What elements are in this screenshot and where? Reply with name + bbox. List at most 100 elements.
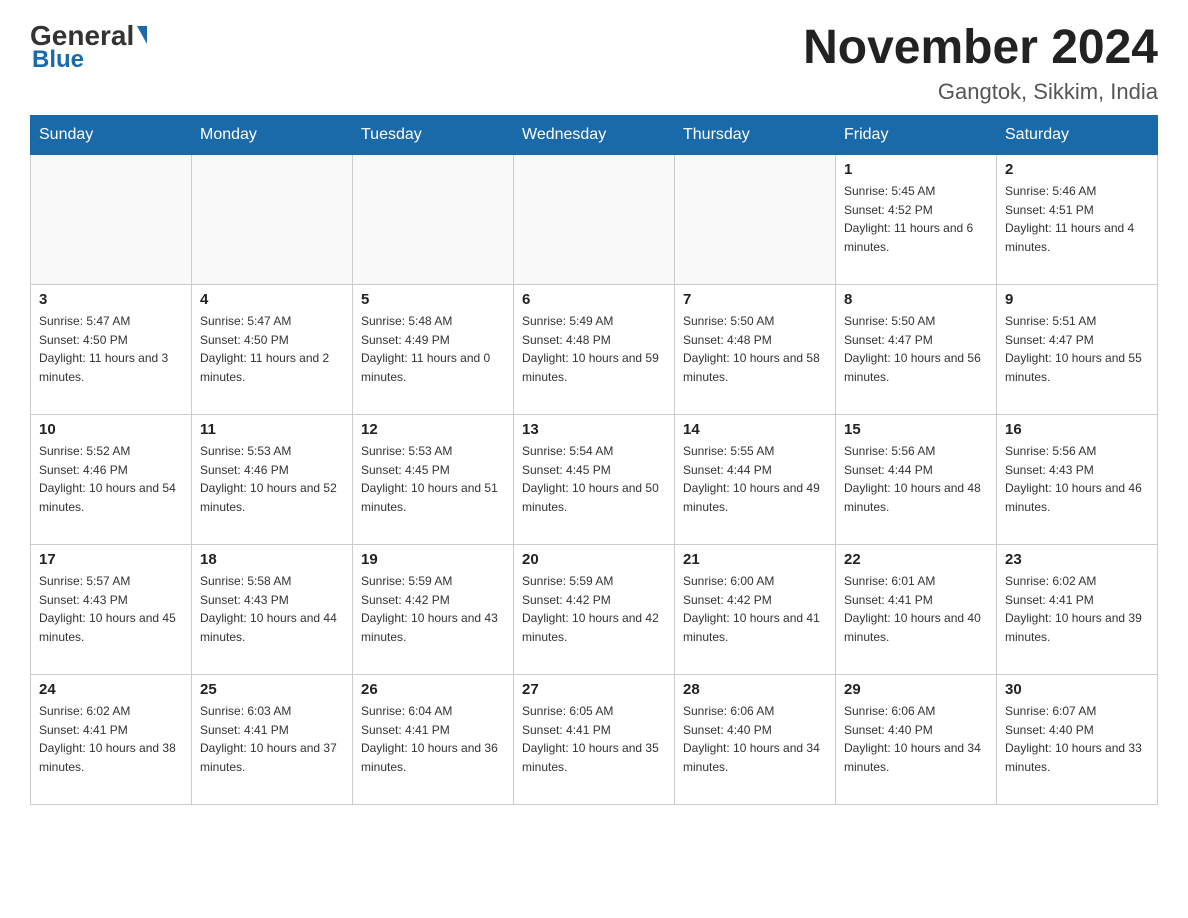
calendar-week-row: 3 Sunrise: 5:47 AMSunset: 4:50 PMDaylight… <box>31 285 1158 415</box>
day-info: Sunrise: 5:46 AMSunset: 4:51 PMDaylight:… <box>1005 182 1149 256</box>
day-info: Sunrise: 6:02 AMSunset: 4:41 PMDaylight:… <box>1005 572 1149 646</box>
day-number: 14 <box>683 421 827 438</box>
day-number: 26 <box>361 681 505 698</box>
calendar-day-cell: 28Sunrise: 6:06 AMSunset: 4:40 PMDayligh… <box>675 675 836 805</box>
calendar-day-cell: 30Sunrise: 6:07 AMSunset: 4:40 PMDayligh… <box>997 675 1158 805</box>
calendar-day-cell: 16Sunrise: 5:56 AMSunset: 4:43 PMDayligh… <box>997 415 1158 545</box>
day-number: 27 <box>522 681 666 698</box>
day-info: Sunrise: 5:59 AMSunset: 4:42 PMDaylight:… <box>361 572 505 646</box>
day-number: 19 <box>361 551 505 568</box>
day-info: Sunrise: 5:57 AMSunset: 4:43 PMDaylight:… <box>39 572 183 646</box>
calendar-day-cell: 12Sunrise: 5:53 AMSunset: 4:45 PMDayligh… <box>353 415 514 545</box>
day-info: Sunrise: 5:45 AMSunset: 4:52 PMDaylight:… <box>844 182 988 256</box>
calendar-day-cell: 8Sunrise: 5:50 AMSunset: 4:47 PMDaylight… <box>836 285 997 415</box>
calendar-day-cell: 29 Sunrise: 6:06 AMSunset: 4:40 PMDayligh… <box>836 675 997 805</box>
calendar-day-cell: 22 Sunrise: 6:01 AMSunset: 4:41 PMDayligh… <box>836 545 997 675</box>
day-number: 22 <box>844 551 988 568</box>
calendar-day-cell: 10 Sunrise: 5:52 AMSunset: 4:46 PMDayligh… <box>31 415 192 545</box>
day-number: 25 <box>200 681 344 698</box>
day-number: 29 <box>844 681 988 698</box>
day-info: Sunrise: 5:47 AMSunset: 4:50 PMDaylight:… <box>200 312 344 386</box>
calendar-day-cell: 6 Sunrise: 5:49 AMSunset: 4:48 PMDaylight… <box>514 285 675 415</box>
day-info: Sunrise: 5:53 AMSunset: 4:45 PMDaylight:… <box>361 442 505 516</box>
calendar-day-cell: 27 Sunrise: 6:05 AMSunset: 4:41 PMDayligh… <box>514 675 675 805</box>
weekday-header-saturday: Saturday <box>997 116 1158 155</box>
calendar-day-cell: 15 Sunrise: 5:56 AMSunset: 4:44 PMDayligh… <box>836 415 997 545</box>
calendar-day-cell: 13 Sunrise: 5:54 AMSunset: 4:45 PMDayligh… <box>514 415 675 545</box>
day-number: 16 <box>1005 421 1149 438</box>
calendar-day-cell: 23Sunrise: 6:02 AMSunset: 4:41 PMDayligh… <box>997 545 1158 675</box>
calendar-day-cell: 2 Sunrise: 5:46 AMSunset: 4:51 PMDaylight… <box>997 155 1158 285</box>
weekday-header-thursday: Thursday <box>675 116 836 155</box>
day-info: Sunrise: 6:05 AMSunset: 4:41 PMDaylight:… <box>522 702 666 776</box>
calendar-day-cell <box>514 155 675 285</box>
page-header: General Blue November 2024 Gangtok, Sikk… <box>30 20 1158 105</box>
calendar-day-cell <box>675 155 836 285</box>
title-section: November 2024 Gangtok, Sikkim, India <box>803 20 1158 105</box>
month-year-title: November 2024 <box>803 20 1158 75</box>
day-number: 24 <box>39 681 183 698</box>
day-info: Sunrise: 5:56 AMSunset: 4:44 PMDaylight:… <box>844 442 988 516</box>
day-number: 20 <box>522 551 666 568</box>
day-number: 10 <box>39 421 183 438</box>
calendar-week-row: 17 Sunrise: 5:57 AMSunset: 4:43 PMDayligh… <box>31 545 1158 675</box>
logo: General Blue <box>30 20 147 74</box>
day-info: Sunrise: 5:58 AMSunset: 4:43 PMDaylight:… <box>200 572 344 646</box>
calendar-week-row: 24Sunrise: 6:02 AMSunset: 4:41 PMDayligh… <box>31 675 1158 805</box>
calendar-week-row: 1 Sunrise: 5:45 AMSunset: 4:52 PMDaylight… <box>31 155 1158 285</box>
day-info: Sunrise: 6:01 AMSunset: 4:41 PMDaylight:… <box>844 572 988 646</box>
calendar-day-cell: 1 Sunrise: 5:45 AMSunset: 4:52 PMDaylight… <box>836 155 997 285</box>
day-info: Sunrise: 6:07 AMSunset: 4:40 PMDaylight:… <box>1005 702 1149 776</box>
day-info: Sunrise: 5:55 AMSunset: 4:44 PMDaylight:… <box>683 442 827 516</box>
day-info: Sunrise: 5:50 AMSunset: 4:48 PMDaylight:… <box>683 312 827 386</box>
day-number: 3 <box>39 291 183 308</box>
calendar-day-cell <box>353 155 514 285</box>
calendar-day-cell: 26 Sunrise: 6:04 AMSunset: 4:41 PMDayligh… <box>353 675 514 805</box>
day-info: Sunrise: 5:59 AMSunset: 4:42 PMDaylight:… <box>522 572 666 646</box>
calendar-header: SundayMondayTuesdayWednesdayThursdayFrid… <box>31 116 1158 155</box>
location-subtitle: Gangtok, Sikkim, India <box>803 79 1158 105</box>
calendar-day-cell: 17 Sunrise: 5:57 AMSunset: 4:43 PMDayligh… <box>31 545 192 675</box>
day-info: Sunrise: 5:50 AMSunset: 4:47 PMDaylight:… <box>844 312 988 386</box>
calendar-day-cell: 4 Sunrise: 5:47 AMSunset: 4:50 PMDaylight… <box>192 285 353 415</box>
day-number: 28 <box>683 681 827 698</box>
day-number: 11 <box>200 421 344 438</box>
day-info: Sunrise: 5:47 AMSunset: 4:50 PMDaylight:… <box>39 312 183 386</box>
logo-arrow-icon <box>137 26 147 44</box>
day-info: Sunrise: 6:04 AMSunset: 4:41 PMDaylight:… <box>361 702 505 776</box>
calendar-day-cell: 9 Sunrise: 5:51 AMSunset: 4:47 PMDaylight… <box>997 285 1158 415</box>
day-info: Sunrise: 5:54 AMSunset: 4:45 PMDaylight:… <box>522 442 666 516</box>
day-number: 9 <box>1005 291 1149 308</box>
calendar-day-cell: 5Sunrise: 5:48 AMSunset: 4:49 PMDaylight… <box>353 285 514 415</box>
day-info: Sunrise: 6:03 AMSunset: 4:41 PMDaylight:… <box>200 702 344 776</box>
day-info: Sunrise: 5:49 AMSunset: 4:48 PMDaylight:… <box>522 312 666 386</box>
weekday-header-tuesday: Tuesday <box>353 116 514 155</box>
calendar-day-cell <box>192 155 353 285</box>
day-info: Sunrise: 5:52 AMSunset: 4:46 PMDaylight:… <box>39 442 183 516</box>
day-number: 4 <box>200 291 344 308</box>
day-number: 15 <box>844 421 988 438</box>
day-number: 1 <box>844 161 988 178</box>
day-number: 13 <box>522 421 666 438</box>
day-number: 21 <box>683 551 827 568</box>
day-number: 6 <box>522 291 666 308</box>
weekday-header-wednesday: Wednesday <box>514 116 675 155</box>
day-number: 17 <box>39 551 183 568</box>
weekday-header-row: SundayMondayTuesdayWednesdayThursdayFrid… <box>31 116 1158 155</box>
day-number: 18 <box>200 551 344 568</box>
calendar-day-cell: 7Sunrise: 5:50 AMSunset: 4:48 PMDaylight… <box>675 285 836 415</box>
calendar-day-cell: 20 Sunrise: 5:59 AMSunset: 4:42 PMDayligh… <box>514 545 675 675</box>
weekday-header-sunday: Sunday <box>31 116 192 155</box>
day-info: Sunrise: 6:06 AMSunset: 4:40 PMDaylight:… <box>844 702 988 776</box>
weekday-header-monday: Monday <box>192 116 353 155</box>
calendar-day-cell <box>31 155 192 285</box>
calendar-day-cell: 24Sunrise: 6:02 AMSunset: 4:41 PMDayligh… <box>31 675 192 805</box>
day-info: Sunrise: 5:51 AMSunset: 4:47 PMDaylight:… <box>1005 312 1149 386</box>
day-number: 2 <box>1005 161 1149 178</box>
day-info: Sunrise: 6:00 AMSunset: 4:42 PMDaylight:… <box>683 572 827 646</box>
calendar-day-cell: 3 Sunrise: 5:47 AMSunset: 4:50 PMDaylight… <box>31 285 192 415</box>
calendar-day-cell: 25 Sunrise: 6:03 AMSunset: 4:41 PMDayligh… <box>192 675 353 805</box>
calendar-day-cell: 11 Sunrise: 5:53 AMSunset: 4:46 PMDayligh… <box>192 415 353 545</box>
calendar-day-cell: 14 Sunrise: 5:55 AMSunset: 4:44 PMDayligh… <box>675 415 836 545</box>
day-info: Sunrise: 5:53 AMSunset: 4:46 PMDaylight:… <box>200 442 344 516</box>
